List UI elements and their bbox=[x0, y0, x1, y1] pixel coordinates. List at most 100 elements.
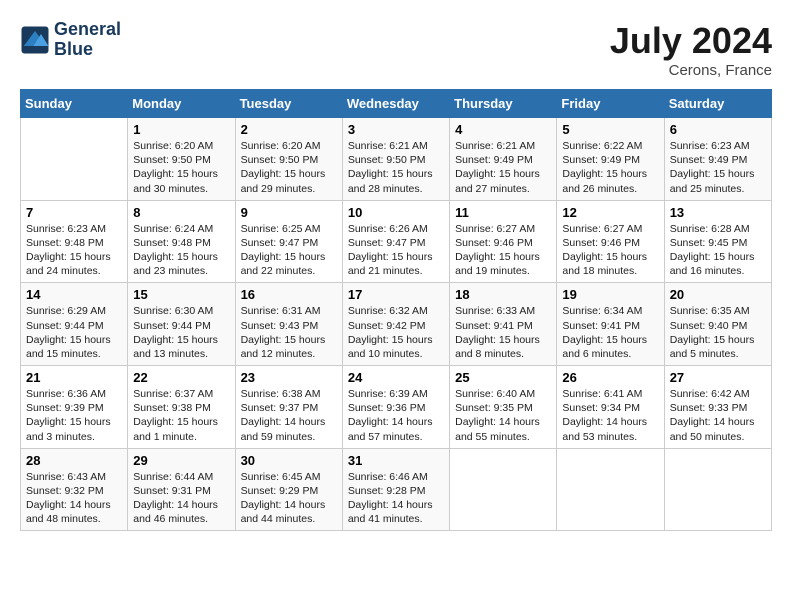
day-info: Sunrise: 6:20 AM Sunset: 9:50 PM Dayligh… bbox=[241, 139, 337, 196]
day-number: 31 bbox=[348, 453, 444, 468]
col-header-wednesday: Wednesday bbox=[342, 90, 449, 118]
calendar-cell: 21 Sunrise: 6:36 AM Sunset: 9:39 PM Dayli… bbox=[21, 366, 128, 449]
calendar-cell: 16Sunrise: 6:31 AM Sunset: 9:43 PM Dayli… bbox=[235, 283, 342, 366]
day-info: Sunrise: 6:43 AM Sunset: 9:32 PM Dayligh… bbox=[26, 470, 122, 527]
day-number: 7 bbox=[26, 205, 122, 220]
calendar-cell: 10Sunrise: 6:26 AM Sunset: 9:47 PM Dayli… bbox=[342, 200, 449, 283]
calendar-cell: 25 Sunrise: 6:40 AM Sunset: 9:35 PM Dayli… bbox=[450, 366, 557, 449]
day-info: Sunrise: 6:45 AM Sunset: 9:29 PM Dayligh… bbox=[241, 470, 337, 527]
day-number: 5 bbox=[562, 122, 658, 137]
calendar-cell bbox=[21, 118, 128, 201]
day-info: Sunrise: 6:20 AM Sunset: 9:50 PM Dayligh… bbox=[133, 139, 229, 196]
calendar-cell: 28 Sunrise: 6:43 AM Sunset: 9:32 PM Dayli… bbox=[21, 448, 128, 531]
day-number: 19 bbox=[562, 287, 658, 302]
calendar-cell: 15 Sunrise: 6:30 AM Sunset: 9:44 PM Dayli… bbox=[128, 283, 235, 366]
day-number: 8 bbox=[133, 205, 229, 220]
day-number: 30 bbox=[241, 453, 337, 468]
month-year: July 2024 bbox=[610, 20, 772, 62]
calendar-cell: 18Sunrise: 6:33 AM Sunset: 9:41 PM Dayli… bbox=[450, 283, 557, 366]
day-info: Sunrise: 6:42 AM Sunset: 9:33 PM Dayligh… bbox=[670, 387, 766, 444]
col-header-saturday: Saturday bbox=[664, 90, 771, 118]
calendar-cell: 19 Sunrise: 6:34 AM Sunset: 9:41 PM Dayli… bbox=[557, 283, 664, 366]
day-number: 25 bbox=[455, 370, 551, 385]
day-info: Sunrise: 6:26 AM Sunset: 9:47 PM Dayligh… bbox=[348, 222, 444, 279]
day-info: Sunrise: 6:32 AM Sunset: 9:42 PM Dayligh… bbox=[348, 304, 444, 361]
page-header: General Blue July 2024 Cerons, France bbox=[20, 20, 772, 79]
day-number: 4 bbox=[455, 122, 551, 137]
calendar-cell bbox=[557, 448, 664, 531]
calendar-cell: 7 Sunrise: 6:23 AM Sunset: 9:48 PM Daylig… bbox=[21, 200, 128, 283]
calendar-cell: 5Sunrise: 6:22 AM Sunset: 9:49 PM Daylig… bbox=[557, 118, 664, 201]
title-block: July 2024 Cerons, France bbox=[610, 20, 772, 79]
logo-text: General Blue bbox=[54, 20, 121, 60]
day-number: 24 bbox=[348, 370, 444, 385]
day-info: Sunrise: 6:27 AM Sunset: 9:46 PM Dayligh… bbox=[455, 222, 551, 279]
day-info: Sunrise: 6:36 AM Sunset: 9:39 PM Dayligh… bbox=[26, 387, 122, 444]
day-number: 12 bbox=[562, 205, 658, 220]
day-number: 22 bbox=[133, 370, 229, 385]
day-info: Sunrise: 6:28 AM Sunset: 9:45 PM Dayligh… bbox=[670, 222, 766, 279]
day-number: 20 bbox=[670, 287, 766, 302]
day-number: 6 bbox=[670, 122, 766, 137]
day-info: Sunrise: 6:21 AM Sunset: 9:50 PM Dayligh… bbox=[348, 139, 444, 196]
calendar-cell bbox=[664, 448, 771, 531]
calendar-cell: 30 Sunrise: 6:45 AM Sunset: 9:29 PM Dayli… bbox=[235, 448, 342, 531]
col-header-friday: Friday bbox=[557, 90, 664, 118]
calendar-cell: 26 Sunrise: 6:41 AM Sunset: 9:34 PM Dayli… bbox=[557, 366, 664, 449]
day-info: Sunrise: 6:23 AM Sunset: 9:49 PM Dayligh… bbox=[670, 139, 766, 196]
logo-line2: Blue bbox=[54, 40, 121, 60]
calendar-cell: 29Sunrise: 6:44 AM Sunset: 9:31 PM Dayli… bbox=[128, 448, 235, 531]
day-number: 26 bbox=[562, 370, 658, 385]
day-number: 17 bbox=[348, 287, 444, 302]
day-info: Sunrise: 6:40 AM Sunset: 9:35 PM Dayligh… bbox=[455, 387, 551, 444]
day-info: Sunrise: 6:30 AM Sunset: 9:44 PM Dayligh… bbox=[133, 304, 229, 361]
calendar-cell: 13 Sunrise: 6:28 AM Sunset: 9:45 PM Dayli… bbox=[664, 200, 771, 283]
day-number: 14 bbox=[26, 287, 122, 302]
day-number: 13 bbox=[670, 205, 766, 220]
calendar-cell: 11 Sunrise: 6:27 AM Sunset: 9:46 PM Dayli… bbox=[450, 200, 557, 283]
day-number: 15 bbox=[133, 287, 229, 302]
day-number: 29 bbox=[133, 453, 229, 468]
calendar-cell: 14 Sunrise: 6:29 AM Sunset: 9:44 PM Dayli… bbox=[21, 283, 128, 366]
logo: General Blue bbox=[20, 20, 121, 60]
day-info: Sunrise: 6:39 AM Sunset: 9:36 PM Dayligh… bbox=[348, 387, 444, 444]
calendar-cell: 1 Sunrise: 6:20 AM Sunset: 9:50 PM Daylig… bbox=[128, 118, 235, 201]
day-info: Sunrise: 6:37 AM Sunset: 9:38 PM Dayligh… bbox=[133, 387, 229, 444]
calendar-cell: 12 Sunrise: 6:27 AM Sunset: 9:46 PM Dayli… bbox=[557, 200, 664, 283]
calendar-cell bbox=[450, 448, 557, 531]
day-info: Sunrise: 6:29 AM Sunset: 9:44 PM Dayligh… bbox=[26, 304, 122, 361]
col-header-sunday: Sunday bbox=[21, 90, 128, 118]
day-number: 27 bbox=[670, 370, 766, 385]
day-info: Sunrise: 6:31 AM Sunset: 9:43 PM Dayligh… bbox=[241, 304, 337, 361]
day-info: Sunrise: 6:46 AM Sunset: 9:28 PM Dayligh… bbox=[348, 470, 444, 527]
calendar-cell: 27 Sunrise: 6:42 AM Sunset: 9:33 PM Dayli… bbox=[664, 366, 771, 449]
calendar-cell: 8 Sunrise: 6:24 AM Sunset: 9:48 PM Daylig… bbox=[128, 200, 235, 283]
day-info: Sunrise: 6:38 AM Sunset: 9:37 PM Dayligh… bbox=[241, 387, 337, 444]
day-number: 11 bbox=[455, 205, 551, 220]
calendar-cell: 24 Sunrise: 6:39 AM Sunset: 9:36 PM Dayli… bbox=[342, 366, 449, 449]
calendar-cell: 17 Sunrise: 6:32 AM Sunset: 9:42 PM Dayli… bbox=[342, 283, 449, 366]
day-info: Sunrise: 6:24 AM Sunset: 9:48 PM Dayligh… bbox=[133, 222, 229, 279]
day-number: 23 bbox=[241, 370, 337, 385]
calendar-cell: 6 Sunrise: 6:23 AM Sunset: 9:49 PM Daylig… bbox=[664, 118, 771, 201]
calendar-cell: 31 Sunrise: 6:46 AM Sunset: 9:28 PM Dayli… bbox=[342, 448, 449, 531]
calendar-cell: 4 Sunrise: 6:21 AM Sunset: 9:49 PM Daylig… bbox=[450, 118, 557, 201]
day-info: Sunrise: 6:41 AM Sunset: 9:34 PM Dayligh… bbox=[562, 387, 658, 444]
col-header-thursday: Thursday bbox=[450, 90, 557, 118]
day-info: Sunrise: 6:33 AM Sunset: 9:41 PM Dayligh… bbox=[455, 304, 551, 361]
col-header-monday: Monday bbox=[128, 90, 235, 118]
calendar-cell: 3Sunrise: 6:21 AM Sunset: 9:50 PM Daylig… bbox=[342, 118, 449, 201]
col-header-tuesday: Tuesday bbox=[235, 90, 342, 118]
day-info: Sunrise: 6:35 AM Sunset: 9:40 PM Dayligh… bbox=[670, 304, 766, 361]
day-info: Sunrise: 6:27 AM Sunset: 9:46 PM Dayligh… bbox=[562, 222, 658, 279]
calendar-table: SundayMondayTuesdayWednesdayThursdayFrid… bbox=[20, 89, 772, 531]
day-info: Sunrise: 6:34 AM Sunset: 9:41 PM Dayligh… bbox=[562, 304, 658, 361]
day-number: 21 bbox=[26, 370, 122, 385]
day-info: Sunrise: 6:23 AM Sunset: 9:48 PM Dayligh… bbox=[26, 222, 122, 279]
day-number: 28 bbox=[26, 453, 122, 468]
day-info: Sunrise: 6:21 AM Sunset: 9:49 PM Dayligh… bbox=[455, 139, 551, 196]
calendar-cell: 23 Sunrise: 6:38 AM Sunset: 9:37 PM Dayli… bbox=[235, 366, 342, 449]
day-number: 1 bbox=[133, 122, 229, 137]
calendar-cell: 20 Sunrise: 6:35 AM Sunset: 9:40 PM Dayli… bbox=[664, 283, 771, 366]
calendar-cell: 2Sunrise: 6:20 AM Sunset: 9:50 PM Daylig… bbox=[235, 118, 342, 201]
